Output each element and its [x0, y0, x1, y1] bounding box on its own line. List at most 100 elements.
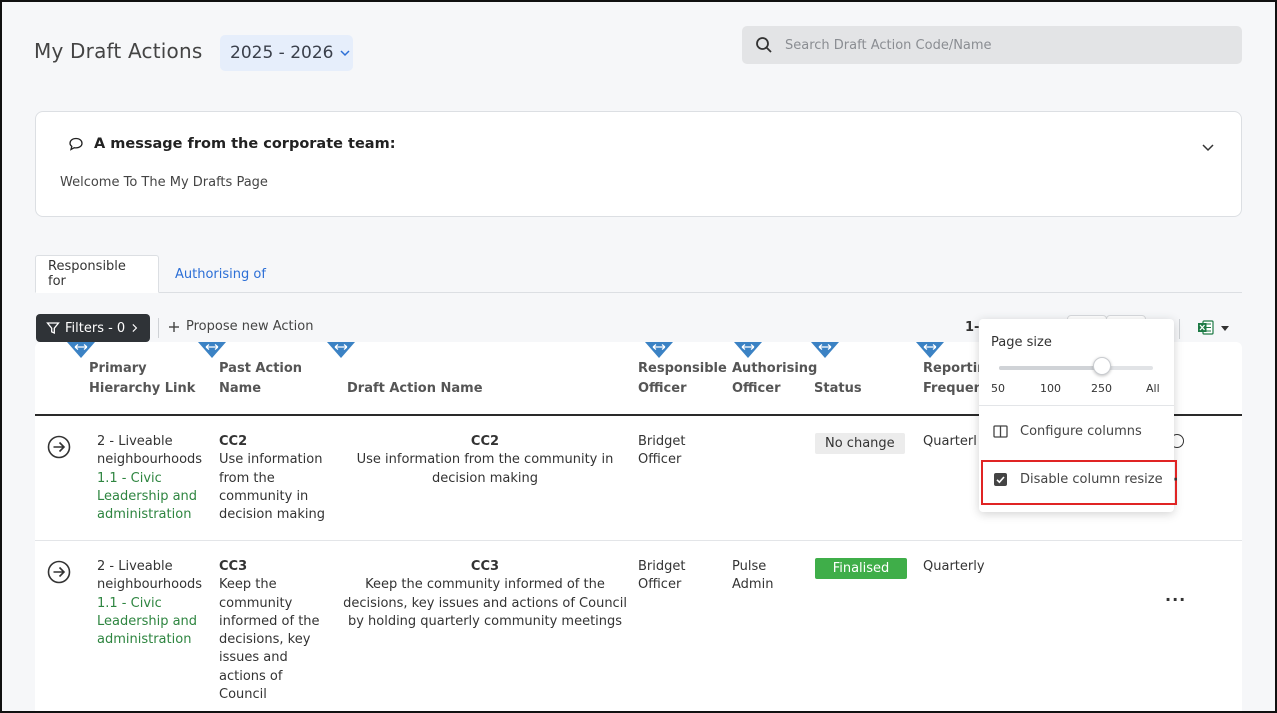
- page-size-slider-fill: [999, 366, 1102, 370]
- highlight-annotation: [981, 460, 1177, 505]
- hierarchy-main: neighbourhoods: [97, 577, 203, 593]
- draft-action-line: Keep the community informed of the: [365, 577, 605, 593]
- past-action-line: Keep the: [219, 577, 277, 593]
- past-action-code: CC2: [219, 434, 248, 449]
- past-action-cell: CC2 Use information from the community i…: [219, 433, 325, 524]
- page-size-option[interactable]: 250: [1091, 382, 1112, 395]
- header-line: Officer: [638, 381, 687, 396]
- header-line: Officer: [732, 381, 781, 396]
- authorising-officer-cell: Pulse Admin: [732, 558, 773, 595]
- column-resize-icon[interactable]: [643, 342, 675, 360]
- hierarchy-cell: 2 - Liveable neighbourhoods 1.1 - Civic …: [97, 558, 202, 649]
- column-resize-icon[interactable]: [914, 342, 946, 360]
- past-action-line: issues and: [219, 650, 288, 666]
- chevron-down-icon[interactable]: [1201, 140, 1215, 154]
- tab-bar: Responsible for Authorising of: [35, 255, 1242, 293]
- column-header-authorising-officer[interactable]: Authorising Officer: [732, 359, 817, 399]
- past-action-line: decision making: [219, 507, 325, 523]
- draft-action-line: Use information from the community in: [356, 452, 614, 468]
- draft-action-cell: CC2 Use information from the community i…: [340, 433, 630, 488]
- caret-down-icon: [1221, 325, 1229, 331]
- draft-action-code: CC2: [470, 434, 500, 449]
- reporting-frequency-cell: Quarterl: [923, 434, 977, 449]
- propose-action-button[interactable]: Propose new Action: [168, 319, 313, 334]
- past-action-line: Use information: [219, 452, 323, 468]
- column-resize-icon[interactable]: [196, 342, 228, 360]
- excel-icon: [1198, 320, 1214, 335]
- hierarchy-main: 2 - Liveable: [97, 559, 173, 574]
- header-line: Hierarchy Link: [89, 381, 196, 396]
- hierarchy-sub: 1.1 - Civic: [97, 595, 162, 611]
- year-select[interactable]: 2025 - 2026: [220, 35, 353, 71]
- year-value: 2025 - 2026: [230, 43, 334, 63]
- past-action-line: community in: [219, 488, 309, 504]
- message-header: A message from the corporate team:: [68, 136, 396, 152]
- page-size-slider-thumb[interactable]: [1093, 357, 1111, 375]
- page-size-option[interactable]: 100: [1040, 382, 1061, 395]
- status-badge: Finalised: [815, 558, 907, 579]
- message-body: Welcome To The My Drafts Page: [60, 175, 268, 190]
- arrow-right-circle-icon[interactable]: [47, 560, 71, 584]
- officer-line: Admin: [732, 577, 774, 593]
- tab-responsible-for[interactable]: Responsible for: [35, 255, 159, 293]
- column-resize-icon[interactable]: [325, 342, 357, 360]
- status-badge: No change: [815, 433, 905, 454]
- responsible-officer-cell: Bridget Officer: [638, 433, 685, 470]
- export-excel-button[interactable]: [1197, 319, 1230, 336]
- hierarchy-sub: administration: [97, 632, 192, 648]
- past-action-cell: CC3 Keep the community informed of the d…: [219, 558, 320, 704]
- past-action-line: informed of the: [219, 613, 320, 629]
- column-resize-icon[interactable]: [732, 342, 764, 360]
- filters-label: Filters - 0: [65, 320, 126, 336]
- past-action-line: community: [219, 595, 293, 611]
- table-row: 2 - Liveable neighbourhoods 1.1 - Civic …: [35, 542, 1242, 711]
- page-size-slider-track[interactable]: [999, 366, 1153, 370]
- header-line: Primary: [89, 361, 147, 376]
- pager-range: 1-: [965, 320, 980, 335]
- past-action-line: actions of: [219, 668, 283, 684]
- page-title: My Draft Actions: [34, 39, 203, 63]
- filter-icon: [46, 322, 60, 335]
- reporting-frequency-cell: Quarterly: [923, 559, 985, 574]
- message-card: A message from the corporate team: Welco…: [35, 111, 1242, 217]
- search-bar[interactable]: [742, 26, 1242, 64]
- tab-authorising-of[interactable]: Authorising of: [163, 255, 278, 293]
- draft-action-line: by holding quarterly community meetings: [347, 613, 623, 629]
- row-actions-menu[interactable]: ·: [1173, 472, 1179, 488]
- page-size-option[interactable]: 50: [991, 382, 1005, 395]
- arrow-right-circle-icon[interactable]: [47, 435, 71, 459]
- column-header-responsible-officer[interactable]: Responsible Officer: [638, 359, 727, 399]
- page-size-option[interactable]: All: [1146, 382, 1160, 395]
- toolbar-divider: [1179, 319, 1180, 339]
- officer-line: Officer: [638, 577, 682, 593]
- propose-label: Propose new Action: [186, 319, 314, 334]
- search-icon: [756, 37, 772, 53]
- plus-icon: [169, 321, 179, 332]
- chevron-down-icon: [340, 50, 351, 57]
- configure-columns-item[interactable]: Configure columns: [993, 424, 1142, 439]
- hierarchy-cell: 2 - Liveable neighbourhoods 1.1 - Civic …: [97, 433, 202, 524]
- draft-action-cell: CC3 Keep the community informed of the d…: [340, 558, 630, 631]
- officer-line: Bridget: [638, 434, 686, 449]
- column-resize-icon[interactable]: [809, 342, 841, 360]
- column-header-status[interactable]: Status: [814, 379, 862, 399]
- officer-line: Pulse: [732, 559, 767, 574]
- filters-button[interactable]: Filters - 0: [36, 314, 150, 342]
- hierarchy-sub: 1.1 - Civic: [97, 470, 162, 486]
- column-header-draft-action[interactable]: Draft Action Name: [347, 379, 483, 399]
- column-header-past-action[interactable]: Past Action Name: [219, 359, 302, 399]
- past-action-line: decisions, key: [219, 632, 311, 648]
- hierarchy-sub: Leadership and: [97, 488, 198, 504]
- hierarchy-main: neighbourhoods: [97, 452, 203, 468]
- column-header-primary-hierarchy[interactable]: Primary Hierarchy Link: [89, 359, 195, 399]
- row-actions-menu[interactable]: ···: [1165, 590, 1186, 609]
- draft-action-code: CC3: [470, 559, 500, 574]
- officer-line: Officer: [638, 452, 682, 468]
- column-resize-icon[interactable]: [65, 342, 97, 360]
- responsible-officer-cell: Bridget Officer: [638, 558, 685, 595]
- header-line: Responsible: [638, 361, 727, 376]
- draft-action-line: decision making: [432, 470, 538, 486]
- search-input[interactable]: [785, 37, 1225, 53]
- draft-action-line: decisions, key issues and actions of Cou…: [343, 595, 627, 611]
- message-title: A message from the corporate team:: [94, 136, 396, 152]
